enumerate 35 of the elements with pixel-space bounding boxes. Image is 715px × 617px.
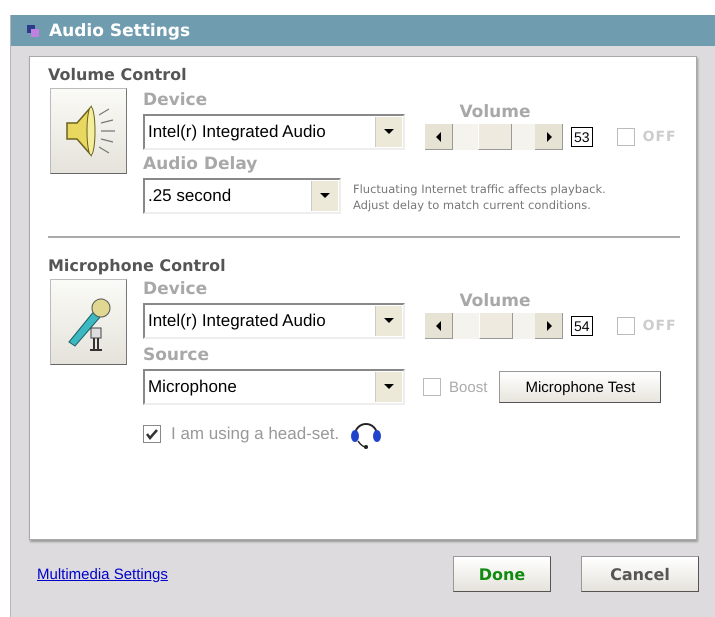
volume-reading: 54 bbox=[571, 316, 593, 336]
speaker-button[interactable] bbox=[50, 88, 127, 174]
section-title: Volume Control bbox=[48, 65, 188, 84]
arrow-icon bbox=[434, 130, 444, 142]
field-label: Audio Delay bbox=[143, 154, 258, 176]
volume-slider[interactable] bbox=[425, 124, 563, 150]
checkbox[interactable] bbox=[616, 128, 635, 146]
field-label: Device bbox=[143, 90, 208, 112]
headset-label: I am using a head-set. bbox=[171, 424, 340, 444]
boost-label: Boost bbox=[449, 378, 488, 396]
section-title: Microphone Control bbox=[48, 256, 227, 275]
checkbox[interactable] bbox=[423, 378, 441, 396]
slider-thumb[interactable] bbox=[478, 313, 513, 339]
window-title: Audio Settings bbox=[49, 20, 190, 40]
dropdown[interactable]: Intel(r) Integrated Audio bbox=[143, 303, 405, 339]
field-label: Device bbox=[143, 279, 208, 301]
multimedia-settings-link[interactable]: Multimedia Settings bbox=[37, 566, 423, 582]
cancel-button[interactable]: Cancel bbox=[581, 556, 699, 592]
volume-slider[interactable] bbox=[425, 313, 563, 339]
field-label: Source bbox=[143, 345, 210, 367]
volume-label: Volume bbox=[458, 102, 532, 124]
volume-reading: 53 bbox=[571, 127, 593, 147]
dropdown[interactable]: Intel(r) Integrated Audio bbox=[143, 114, 405, 150]
microphone-button[interactable] bbox=[50, 279, 127, 365]
checkbox[interactable] bbox=[616, 317, 635, 335]
volume-label: Volume bbox=[458, 291, 532, 313]
hint-text: Fluctuating Internet traffic affects playback. Adjust delay to match current conditions. bbox=[353, 181, 606, 213]
dropdown[interactable]: Microphone bbox=[143, 369, 405, 405]
slider-thumb[interactable] bbox=[478, 124, 512, 150]
arrow-icon bbox=[434, 320, 444, 332]
microphone-test-button[interactable]: Microphone Test bbox=[499, 371, 662, 403]
done-button[interactable]: Done bbox=[453, 556, 551, 592]
dropdown[interactable]: .25 second bbox=[143, 178, 341, 214]
checkbox[interactable] bbox=[143, 425, 161, 443]
window-icon bbox=[27, 24, 39, 36]
